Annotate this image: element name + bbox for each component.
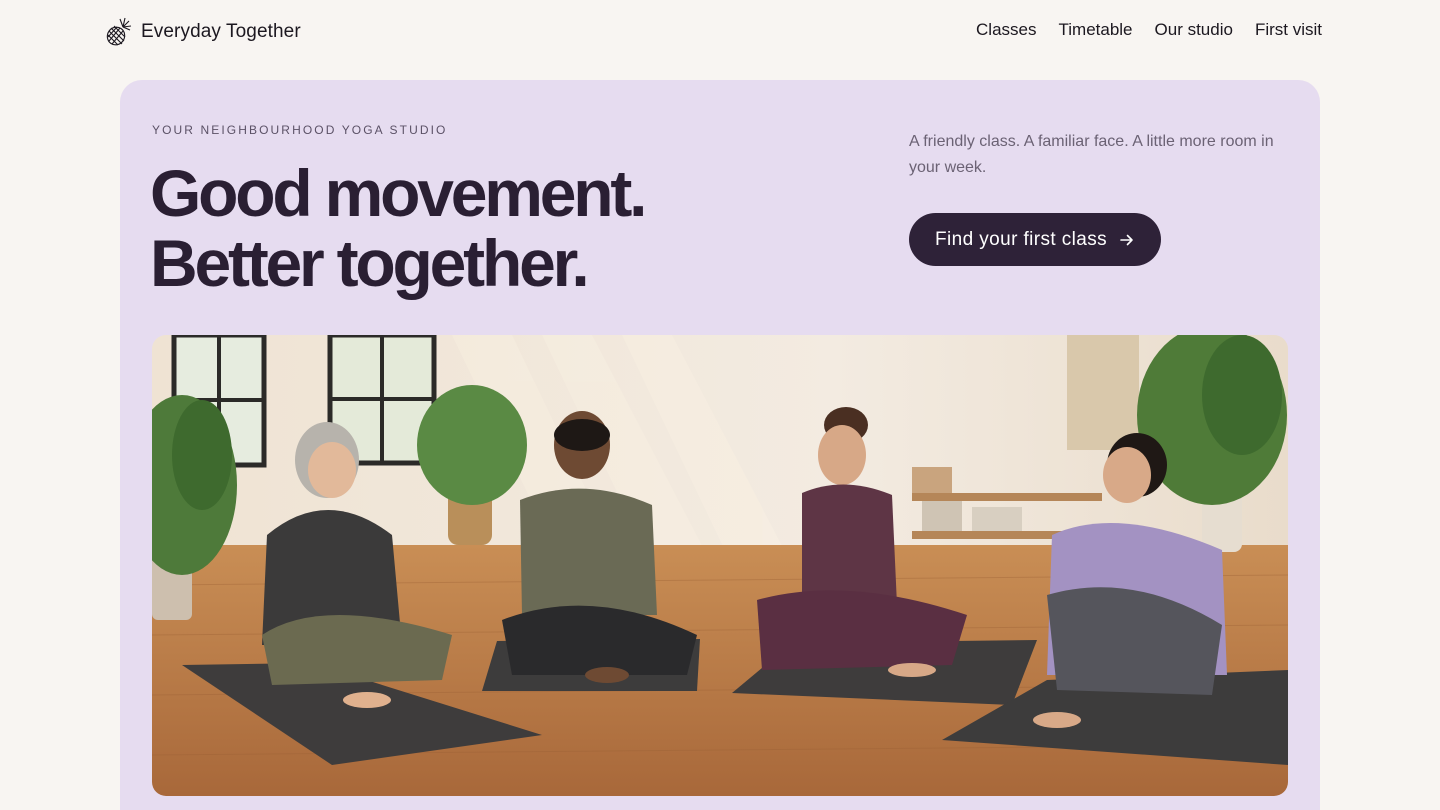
hero-headline: Good movement. Better together. bbox=[150, 156, 647, 300]
hero-eyebrow: YOUR NEIGHBOURHOOD YOGA STUDIO bbox=[152, 123, 448, 137]
pineapple-icon bbox=[106, 17, 132, 46]
find-first-class-button[interactable]: Find your first class bbox=[909, 213, 1162, 266]
site-header: Everyday Together Classes Timetable Our … bbox=[0, 0, 1440, 64]
nav-item-timetable[interactable]: Timetable bbox=[1059, 20, 1133, 40]
main-nav: Classes Timetable Our studio First visit bbox=[976, 20, 1322, 40]
hero-photo bbox=[152, 335, 1288, 796]
hero-headline-line-1: Good movement. bbox=[150, 156, 647, 230]
nav-item-first-visit[interactable]: First visit bbox=[1255, 20, 1322, 40]
hero-card: YOUR NEIGHBOURHOOD YOGA STUDIO Good move… bbox=[120, 80, 1320, 810]
arrow-right-icon bbox=[1120, 234, 1133, 245]
brand-logo-link[interactable]: Everyday Together bbox=[103, 16, 301, 48]
nav-item-our-studio[interactable]: Our studio bbox=[1155, 20, 1233, 40]
hero-tagline: A friendly class. A familiar face. A lit… bbox=[909, 133, 1274, 176]
find-first-class-label: Find your first class bbox=[935, 228, 1108, 250]
hero-headline-line-2: Better together. bbox=[150, 226, 590, 300]
nav-item-classes[interactable]: Classes bbox=[976, 20, 1036, 40]
brand-name: Everyday Together bbox=[141, 21, 301, 42]
yoga-class-photo-illustration bbox=[152, 335, 1288, 796]
